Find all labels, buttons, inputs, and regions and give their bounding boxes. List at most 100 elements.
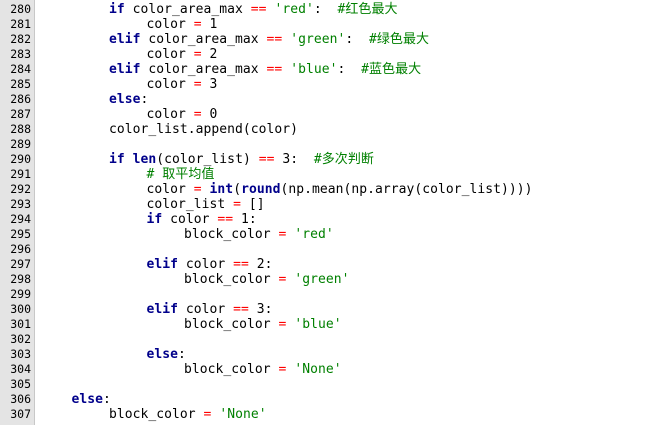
code-token: #多次判断	[313, 152, 374, 167]
code-token: elif	[109, 62, 141, 77]
code-token: color_area_max	[140, 32, 267, 47]
line-number: 295	[10, 227, 31, 241]
code-line[interactable]: color_list.append(color)	[109, 122, 298, 137]
code-line[interactable]: block_color = 'green'	[184, 272, 349, 287]
code-token: =	[193, 17, 202, 32]
line-number: 304	[10, 362, 31, 376]
code-token: 0	[201, 107, 218, 122]
code-line[interactable]: if color_area_max == 'red': #红色最大	[109, 2, 398, 17]
line-number: 284	[10, 62, 31, 76]
code-line[interactable]: color = int(round(np.mean(np.array(color…	[147, 182, 533, 197]
line-number: 280	[10, 2, 31, 16]
code-token: :	[337, 62, 362, 77]
code-line[interactable]: elif color == 2:	[147, 257, 273, 272]
code-token: else	[71, 392, 104, 407]
code-token: color_list.append(color)	[109, 122, 299, 137]
code-token: elif	[109, 32, 141, 47]
code-line[interactable]: color = 0	[147, 107, 218, 122]
code-token: #红色最大	[337, 2, 398, 17]
code-token: ==	[266, 62, 283, 77]
code-token: 3:	[274, 152, 314, 167]
code-line[interactable]: block_color = 'None'	[184, 362, 342, 377]
line-number: 291	[10, 167, 31, 181]
line-number: 302	[10, 332, 31, 346]
code-token: (color_list)	[156, 152, 259, 167]
code-line[interactable]: if len(color_list) == 3: #多次判断	[109, 152, 374, 167]
line-number: 292	[10, 182, 31, 196]
code-token: int	[209, 182, 234, 197]
code-token: color	[146, 107, 194, 122]
code-token: ==	[266, 32, 283, 47]
line-number: 301	[10, 317, 31, 331]
code-token: 1:	[233, 212, 257, 227]
code-token: :	[178, 347, 186, 362]
code-token: color_area_max	[140, 62, 267, 77]
code-token: block_color	[109, 407, 204, 422]
line-number: 298	[10, 272, 31, 286]
code-token: :	[313, 2, 338, 17]
code-token: color_list	[146, 197, 234, 212]
code-token: ==	[250, 2, 267, 17]
code-line[interactable]: color = 2	[147, 47, 218, 62]
code-token: =	[233, 197, 242, 212]
code-line[interactable]: elif color_area_max == 'green': #绿色最大	[109, 32, 429, 47]
code-token: #绿色最大	[368, 32, 430, 47]
code-token: 'green'	[294, 272, 350, 287]
code-token: block_color	[184, 272, 279, 287]
line-number: 300	[10, 302, 31, 316]
code-line[interactable]: elif color_area_max == 'blue': #蓝色最大	[109, 62, 421, 77]
code-token: ==	[217, 212, 234, 227]
code-token: elif	[146, 257, 179, 272]
code-token: =	[193, 47, 202, 62]
code-area[interactable]: if color_area_max == 'red': #红色最大 color =…	[35, 0, 659, 425]
code-line[interactable]: color = 3	[147, 77, 218, 92]
code-token: block_color	[184, 362, 279, 377]
code-token: len	[132, 152, 157, 167]
line-number: 285	[10, 77, 31, 91]
code-line[interactable]: block_color = 'blue'	[184, 317, 342, 332]
code-line[interactable]: block_color = 'None'	[109, 407, 267, 422]
code-token: color_area_max	[124, 2, 251, 17]
code-token: if	[146, 212, 163, 227]
code-token: 'None'	[219, 407, 267, 422]
code-token: ==	[258, 152, 275, 167]
code-token: block_color	[184, 227, 279, 242]
code-line[interactable]: # 取平均值	[147, 167, 215, 182]
line-number: 294	[10, 212, 31, 226]
code-token: :	[103, 392, 111, 407]
code-token: (np.mean(np.array(color_list))))	[280, 182, 533, 197]
code-token: (	[233, 182, 242, 197]
line-number: 303	[10, 347, 31, 361]
code-token: 'blue'	[290, 62, 338, 77]
code-token: ==	[233, 302, 249, 317]
line-number: 306	[10, 392, 31, 406]
code-token: =	[193, 77, 202, 92]
code-editor[interactable]: 280 281 282 283 284 285 286 287 288 289 290 291 292 2…	[0, 0, 659, 425]
code-token: color	[146, 77, 194, 92]
code-line[interactable]: else:	[109, 92, 148, 107]
line-number: 297	[10, 257, 31, 271]
line-number: 299	[10, 287, 31, 301]
code-token: else	[146, 347, 179, 362]
code-token: round	[241, 182, 281, 197]
code-line[interactable]: if color == 1:	[147, 212, 257, 227]
line-number-gutter: 280 281 282 283 284 285 286 287 288 289 290 291 292 2…	[0, 0, 35, 425]
code-token: 'blue'	[294, 317, 342, 332]
code-line[interactable]: block_color = 'red'	[184, 227, 334, 242]
code-line[interactable]: color = 1	[147, 17, 218, 32]
line-number: 296	[10, 242, 31, 256]
code-line[interactable]: else:	[147, 347, 186, 362]
code-line[interactable]: color_list = []	[147, 197, 265, 212]
line-number: 287	[10, 107, 31, 121]
code-token: :	[140, 92, 149, 107]
code-token: 'green'	[290, 32, 346, 47]
code-line[interactable]: elif color == 3:	[147, 302, 273, 317]
line-number: 283	[10, 47, 31, 61]
code-line[interactable]: else:	[72, 392, 111, 407]
code-token: color	[146, 182, 194, 197]
code-token: 1	[201, 17, 218, 32]
code-token: 2:	[248, 257, 273, 272]
code-token: color	[162, 212, 218, 227]
code-token: 'red'	[294, 227, 334, 242]
code-token: 2	[201, 47, 218, 62]
